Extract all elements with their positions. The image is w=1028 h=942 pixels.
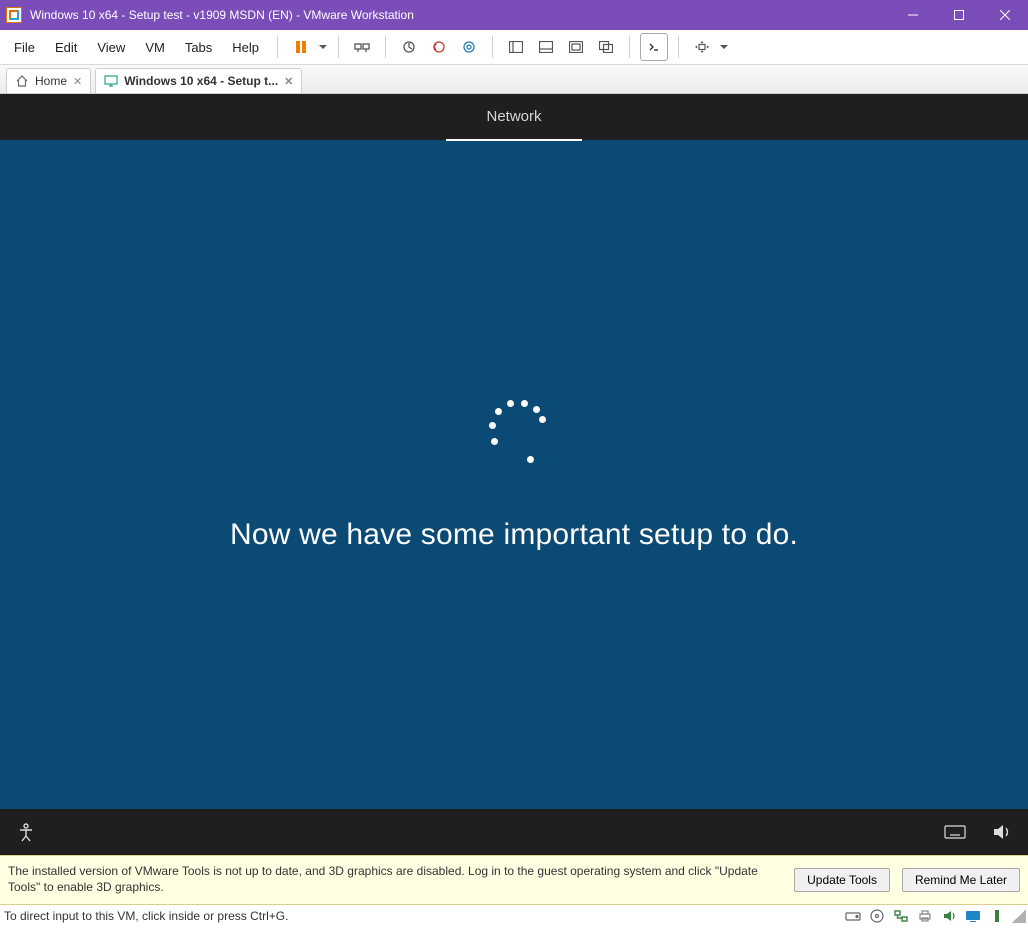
- keyboard-layout-icon[interactable]: [944, 825, 966, 839]
- guest-display[interactable]: Network Now we have some important setup…: [0, 94, 1028, 855]
- window-title: Windows 10 x64 - Setup test - v1909 MSDN…: [30, 8, 890, 22]
- resize-grip-icon[interactable]: [1012, 909, 1026, 923]
- show-sidebar-button[interactable]: [503, 34, 529, 60]
- tab-row: Home ✕ Windows 10 x64 - Setup t... ✕: [0, 65, 1028, 94]
- console-view-button[interactable]: [640, 33, 668, 61]
- show-bottombar-button[interactable]: [533, 34, 559, 60]
- oobe-body: Now we have some important setup to do.: [0, 140, 1028, 809]
- stretch-guest-button[interactable]: [689, 34, 715, 60]
- loading-spinner-icon: [479, 398, 549, 468]
- remind-later-button[interactable]: Remind Me Later: [902, 868, 1020, 892]
- snapshot-manager-button[interactable]: [456, 34, 482, 60]
- tab-home[interactable]: Home ✕: [6, 68, 91, 93]
- power-menu-dropdown[interactable]: [318, 41, 328, 53]
- status-cd-icon[interactable]: [868, 907, 886, 925]
- oobe-footer: [0, 809, 1028, 855]
- home-icon: [15, 74, 29, 88]
- status-bar: To direct input to this VM, click inside…: [0, 905, 1028, 927]
- status-sound-icon[interactable]: [940, 907, 958, 925]
- toolbar-separator: [385, 36, 386, 58]
- minimize-button[interactable]: [890, 0, 936, 30]
- close-button[interactable]: [982, 0, 1028, 30]
- toolbar-separator: [678, 36, 679, 58]
- status-display-icon[interactable]: [964, 907, 982, 925]
- snapshot-revert-button[interactable]: [426, 34, 452, 60]
- statusbar-hint: To direct input to this VM, click inside…: [4, 909, 288, 923]
- window-titlebar: Windows 10 x64 - Setup test - v1909 MSDN…: [0, 0, 1028, 30]
- tab-home-close[interactable]: ✕: [73, 75, 82, 88]
- status-message-indicator-icon[interactable]: [988, 907, 1006, 925]
- vmware-tools-infobar: The installed version of VMware Tools is…: [0, 855, 1028, 905]
- toolbar-separator: [629, 36, 630, 58]
- maximize-button[interactable]: [936, 0, 982, 30]
- menu-toolbar: File Edit View VM Tabs Help: [0, 30, 1028, 65]
- menu-tabs[interactable]: Tabs: [177, 36, 220, 59]
- snapshot-take-button[interactable]: [396, 34, 422, 60]
- tab-home-label: Home: [35, 74, 67, 88]
- infobar-message: The installed version of VMware Tools is…: [8, 864, 782, 895]
- app-icon: [6, 7, 22, 23]
- accessibility-icon[interactable]: [16, 822, 36, 842]
- toolbar-separator: [277, 36, 278, 58]
- stretch-menu-dropdown[interactable]: [719, 41, 729, 53]
- fullscreen-button[interactable]: [563, 34, 589, 60]
- menu-view[interactable]: View: [89, 36, 133, 59]
- unity-mode-button[interactable]: [593, 34, 619, 60]
- toolbar-separator: [492, 36, 493, 58]
- status-network-icon[interactable]: [892, 907, 910, 925]
- send-ctrl-alt-del-button[interactable]: [349, 34, 375, 60]
- toolbar-separator: [338, 36, 339, 58]
- pause-vm-button[interactable]: [288, 34, 314, 60]
- oobe-step-label: Network: [446, 93, 581, 141]
- tab-active-vm[interactable]: Windows 10 x64 - Setup t... ✕: [95, 68, 302, 93]
- tab-active-close[interactable]: ✕: [284, 75, 293, 88]
- oobe-message: Now we have some important setup to do.: [230, 518, 798, 552]
- status-harddisk-icon[interactable]: [844, 907, 862, 925]
- menu-edit[interactable]: Edit: [47, 36, 85, 59]
- vm-monitor-icon: [104, 74, 118, 88]
- volume-icon[interactable]: [992, 823, 1012, 841]
- menu-file[interactable]: File: [6, 36, 43, 59]
- tab-active-label: Windows 10 x64 - Setup t...: [124, 74, 278, 88]
- menu-help[interactable]: Help: [224, 36, 267, 59]
- update-tools-button[interactable]: Update Tools: [794, 868, 890, 892]
- menu-vm[interactable]: VM: [137, 36, 173, 59]
- status-printer-icon[interactable]: [916, 907, 934, 925]
- oobe-step-header: Network: [0, 94, 1028, 140]
